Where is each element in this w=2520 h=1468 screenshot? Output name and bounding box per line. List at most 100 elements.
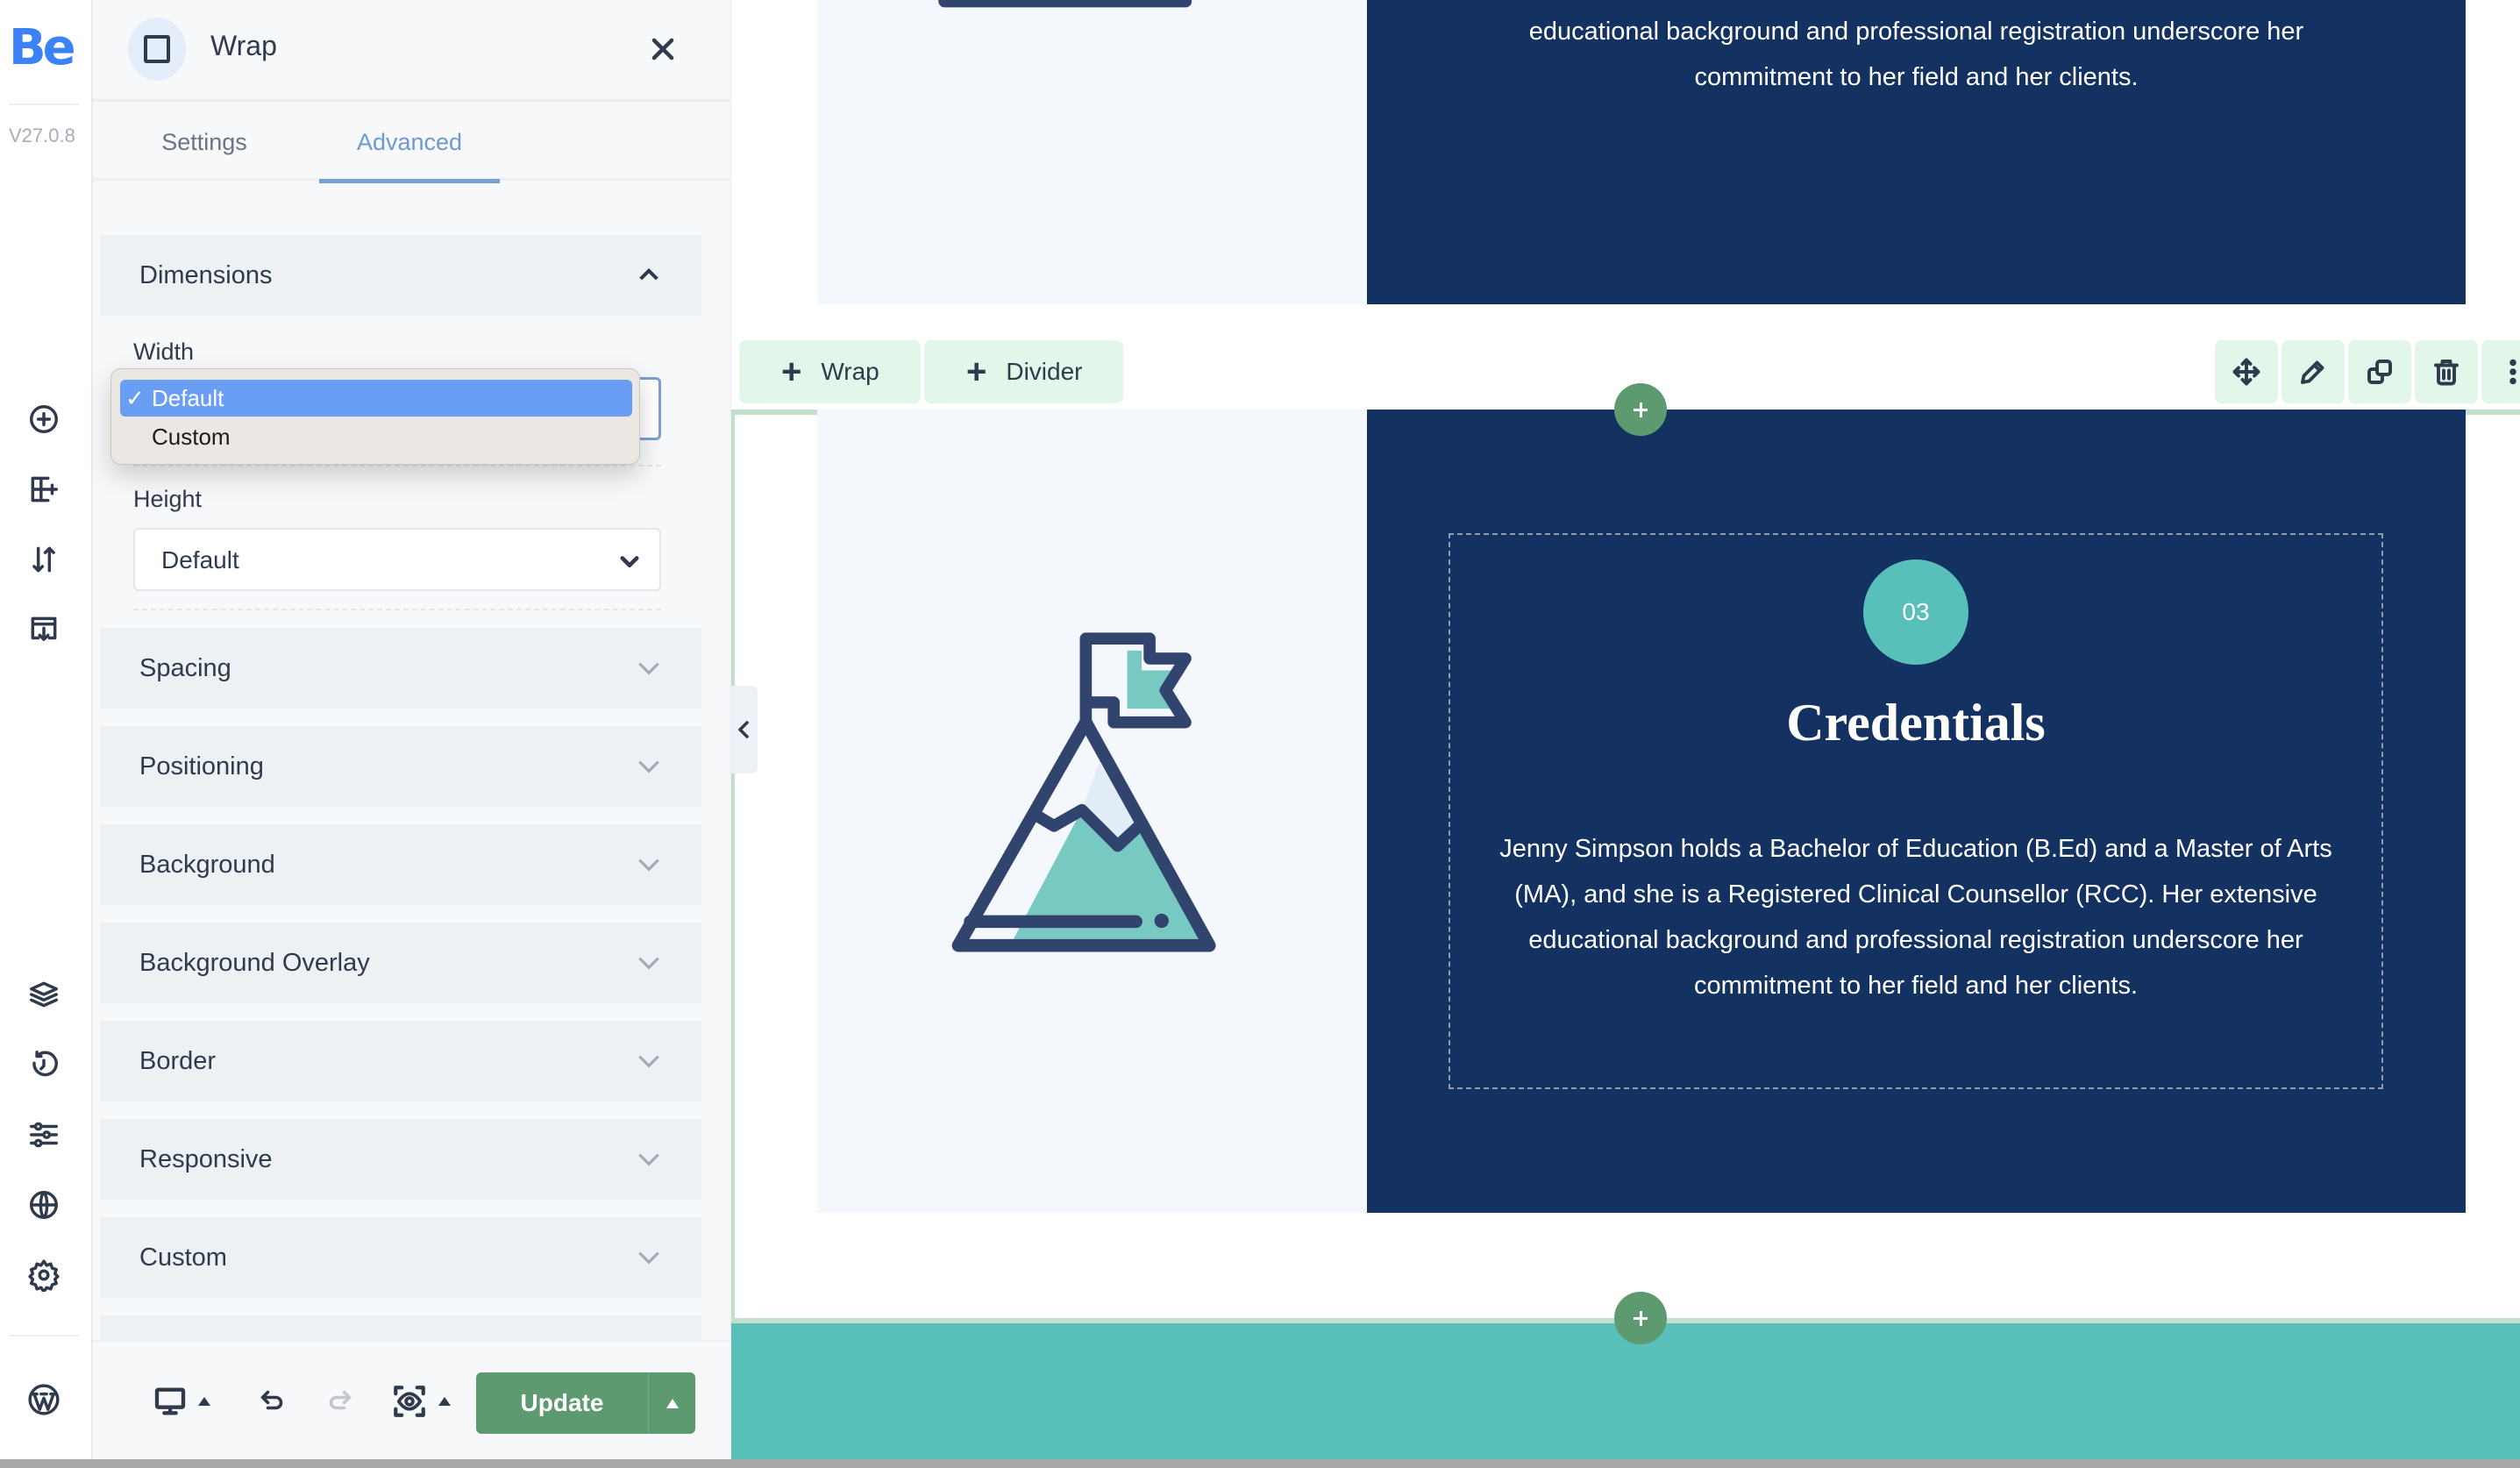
chevron-up-icon	[635, 261, 663, 289]
section-dimensions[interactable]: Dimensions	[100, 235, 701, 316]
section-label: Positioning	[139, 752, 264, 780]
more-options-button[interactable]	[2481, 340, 2520, 403]
width-label: Width	[133, 338, 195, 365]
chevron-down-icon	[635, 1145, 663, 1173]
section-positioning[interactable]: Positioning	[100, 726, 701, 807]
undo-icon	[260, 1390, 283, 1410]
width-option-custom[interactable]: Custom	[120, 418, 632, 455]
add-section-above-button[interactable]	[1614, 383, 1667, 436]
image-column-previous[interactable]	[817, 0, 1367, 304]
panel-title: Wrap	[210, 30, 277, 61]
update-button-label: Update	[520, 1389, 604, 1416]
page-canvas: educational background and professional …	[731, 0, 2520, 1459]
section-label: Responsive	[139, 1145, 273, 1173]
close-button[interactable]	[645, 32, 680, 67]
section-label: Spacing	[139, 654, 231, 682]
preview-button[interactable]	[391, 1379, 451, 1424]
chevron-down-icon	[635, 1047, 663, 1075]
edit-pencil-icon	[2301, 360, 2324, 384]
tab-settings[interactable]: Settings	[146, 116, 263, 181]
chevron-down-icon	[635, 851, 663, 879]
selection-outline	[731, 410, 735, 1318]
add-element-icon[interactable]	[26, 402, 61, 437]
builder-app: Be V27.0.8 Wrap Settings Advanced Dimens…	[0, 0, 2520, 1459]
image-column[interactable]	[817, 410, 1367, 1213]
chevron-down-icon	[635, 654, 663, 682]
wordpress-icon[interactable]	[26, 1382, 61, 1417]
navy-text-column-previous[interactable]: educational background and professional …	[1367, 0, 2466, 304]
add-wrap-label: Wrap	[821, 358, 879, 385]
bottom-toolbar: Update	[93, 1340, 731, 1459]
plus-icon: +	[966, 352, 987, 391]
section-background[interactable]: Background	[100, 824, 701, 905]
undo-button[interactable]	[256, 1379, 288, 1424]
field-divider	[133, 465, 661, 467]
trash-icon	[2434, 360, 2459, 386]
update-options-button[interactable]	[648, 1372, 695, 1434]
chevron-down-icon	[635, 752, 663, 780]
add-section-below-button[interactable]	[1614, 1292, 1667, 1344]
section-responsive[interactable]: Responsive	[100, 1119, 701, 1200]
mountain-flag-icon	[951, 632, 1216, 952]
preview-eye-icon	[394, 1386, 425, 1417]
section-label: Background	[139, 851, 275, 879]
chevron-down-icon	[617, 549, 642, 574]
tab-advanced[interactable]: Advanced	[319, 116, 500, 183]
selection-outline	[731, 410, 817, 415]
add-divider-button[interactable]: + Divider	[924, 340, 1123, 403]
chevron-down-icon	[635, 949, 663, 977]
sort-icon[interactable]	[26, 542, 61, 577]
history-icon[interactable]	[26, 1047, 61, 1082]
update-button[interactable]: Update	[476, 1372, 695, 1434]
card-heading: Credentials	[1786, 694, 2046, 752]
settings-sliders-icon[interactable]	[26, 1117, 61, 1152]
wrap-square-icon	[128, 18, 186, 81]
duplicate-icon	[2367, 360, 2392, 384]
caret-up-icon	[666, 1399, 679, 1408]
device-switch-button[interactable]	[153, 1379, 210, 1424]
section-border[interactable]: Border	[100, 1021, 701, 1101]
checkmark-icon: ✓	[125, 385, 145, 411]
layers-icon[interactable]	[26, 977, 61, 1012]
height-select[interactable]: Default	[133, 528, 661, 591]
brand-logo[interactable]: Be	[9, 19, 76, 76]
section-custom[interactable]: Custom	[100, 1217, 701, 1298]
caret-up-icon	[438, 1397, 451, 1406]
section-spacing[interactable]: Spacing	[100, 628, 701, 709]
collapse-panel-button[interactable]	[731, 686, 758, 773]
section-label: Custom	[139, 1244, 227, 1272]
plus-icon: +	[781, 352, 802, 391]
delete-button[interactable]	[2415, 340, 2478, 403]
mountain-flag-icon	[938, 0, 1192, 8]
chevron-left-icon	[738, 721, 749, 738]
add-wrap-button[interactable]: + Wrap	[739, 340, 921, 403]
edit-button[interactable]	[2282, 340, 2345, 403]
field-divider	[133, 609, 661, 610]
duplicate-button[interactable]	[2348, 340, 2411, 403]
section-background-overlay[interactable]: Background Overlay	[100, 923, 701, 1003]
redo-button[interactable]	[324, 1379, 356, 1424]
panel-tabs: Settings Advanced	[93, 103, 731, 183]
window-bottom-edge	[0, 1459, 2520, 1468]
width-option-default[interactable]: ✓ Default	[120, 380, 632, 417]
panel-header: Wrap	[93, 0, 731, 102]
redo-icon	[329, 1390, 352, 1410]
card-paragraph: Jenny Simpson holds a Bachelor of Educat…	[1499, 835, 2332, 1000]
gear-icon[interactable]	[26, 1258, 61, 1293]
add-wrap-icon[interactable]	[26, 472, 61, 507]
rail-divider	[9, 103, 79, 105]
move-button[interactable]	[2215, 340, 2278, 403]
templates-import-icon[interactable]	[26, 612, 61, 647]
move-icon	[2232, 358, 2260, 386]
previous-paragraph-line: educational background and professional …	[1528, 18, 2304, 46]
selection-outline	[2466, 410, 2520, 415]
globe-icon[interactable]	[26, 1187, 61, 1222]
section-label: Background Overlay	[139, 949, 370, 977]
option-label: Default	[152, 385, 224, 411]
add-divider-label: Divider	[1006, 358, 1083, 385]
option-label: Custom	[152, 424, 231, 450]
height-label: Height	[133, 486, 203, 512]
height-select-value: Default	[161, 546, 239, 574]
chevron-down-icon	[635, 1244, 663, 1272]
section-partial[interactable]	[100, 1315, 701, 1342]
